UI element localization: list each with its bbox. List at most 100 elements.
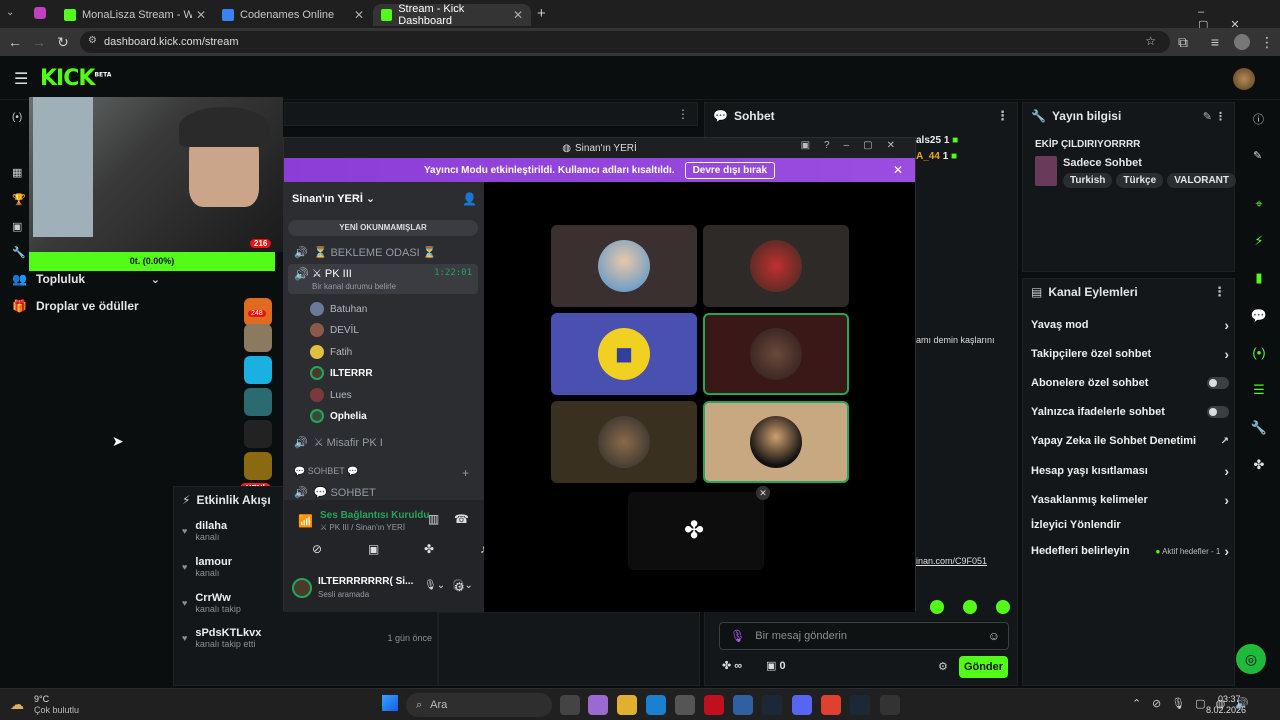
discord-icon[interactable] [792, 695, 812, 715]
mic-icon[interactable]: 🎙⌄ [424, 580, 445, 591]
category-chat[interactable]: 💬 SOHBET 💬 [294, 466, 358, 477]
voice-user[interactable]: Batuhan [310, 302, 367, 316]
points-counter[interactable]: ✤ ∞ [722, 659, 742, 672]
task-view-icon[interactable] [560, 695, 580, 715]
file-explorer-icon[interactable] [617, 695, 637, 715]
disconnect-icon[interactable]: ☎ [454, 512, 469, 526]
activity-tile[interactable]: ✤ [628, 492, 764, 570]
channel-guest-pk[interactable]: 🔊 ⚔ Misafir PK I [294, 436, 383, 449]
support-button[interactable]: ◎ [1236, 644, 1266, 674]
tab-codenames[interactable]: Codenames Online ✕ [214, 4, 372, 26]
server-name[interactable]: Sinan'ın YERİ ⌄ [292, 192, 375, 205]
chat-input[interactable]: 🎙 Bir mesaj gönderin ☺ [719, 622, 1009, 650]
my-avatar[interactable] [292, 578, 312, 598]
follower-avatar[interactable] [244, 452, 272, 480]
new-tab-button[interactable]: + [537, 5, 546, 22]
trophy-icon[interactable]: 🏆 [12, 193, 26, 206]
action-ai-moderation[interactable]: Yapay Zeka ile Sohbet Denetimi ↗ [1031, 430, 1229, 452]
screen-share-icon[interactable]: ▣ [368, 542, 379, 556]
chat-user[interactable]: als25 1 ■ [916, 135, 958, 146]
chat-user[interactable]: A_44 1 ■ [916, 151, 957, 162]
action-set-goals[interactable]: Hedefleri belirleyin ● Aktif hedefler - 1… [1031, 540, 1229, 562]
close-tab-icon[interactable]: ✕ [196, 8, 206, 22]
action-banned-words[interactable]: Yasaklanmış kelimeler › [1031, 489, 1229, 511]
live-icon[interactable]: (•) [12, 112, 22, 123]
back-icon[interactable]: ← [6, 33, 24, 51]
apps-icon[interactable]: ✤ [1244, 452, 1274, 478]
tab-kick-dashboard[interactable]: Stream - Kick Dashboard ✕ [373, 3, 531, 27]
extensions-icon[interactable]: ⧉ [1174, 33, 1192, 51]
address-bar[interactable]: ⚙ dashboard.kick.com/stream ☆ [80, 31, 1170, 53]
voice-user[interactable]: DEVİL [310, 323, 359, 337]
broadcast-icon[interactable]: (•) [1244, 340, 1274, 366]
card-icon[interactable]: ▮ [1244, 265, 1274, 291]
add-user-icon[interactable]: 👤 [462, 192, 477, 206]
video-tile[interactable] [703, 313, 849, 395]
start-button[interactable] [382, 695, 398, 711]
follower-avatar[interactable] [244, 324, 272, 352]
store-icon[interactable] [675, 695, 695, 715]
voice-user[interactable]: ILTERRR [310, 366, 373, 380]
media-icon[interactable]: ▣ [12, 220, 22, 233]
follower-avatar[interactable] [244, 388, 272, 416]
info-icon[interactable]: ⓘ [1253, 111, 1264, 127]
video-tile[interactable] [703, 401, 849, 483]
action-slow-mode[interactable]: Yavaş mod › [1031, 314, 1229, 336]
action-emotes-only[interactable]: Yalnızca ifadelerle sohbet [1031, 401, 1229, 423]
chat-settings-icon[interactable]: ⚙ [938, 660, 948, 673]
voice-user[interactable]: Fatih [310, 345, 352, 359]
wrench-icon[interactable]: 🔧 [1244, 415, 1274, 441]
hamburger-menu-icon[interactable]: ☰ [14, 69, 28, 89]
kick-logo[interactable]: KICKBETA [40, 66, 111, 91]
toggle-switch[interactable] [1207, 406, 1229, 418]
forward-icon[interactable]: → [30, 33, 48, 51]
close-icon[interactable]: ✕ [756, 486, 770, 500]
app-icon[interactable] [880, 695, 900, 715]
voice-user[interactable]: Ophelia [310, 409, 367, 423]
voice-user[interactable]: Lues [310, 388, 352, 402]
site-info-icon[interactable]: ⚙ [88, 35, 97, 46]
close-icon[interactable]: ✕ [893, 163, 903, 177]
chat-icon[interactable]: 💬 [1244, 303, 1274, 329]
copilot-icon[interactable] [588, 695, 608, 715]
channel-pk3[interactable]: 🔊 ⚔ PK III 1:22:01 Bir kanal durumu beli… [288, 264, 478, 294]
video-tile[interactable]: ◼ [551, 313, 697, 395]
tab-list-icon[interactable]: ⌄ [6, 7, 20, 21]
edge-icon[interactable] [646, 695, 666, 715]
send-button[interactable]: Gönder [959, 656, 1008, 678]
follower-avatar[interactable] [244, 356, 272, 384]
edit-icon[interactable]: ✎ ⋮ [1203, 110, 1226, 123]
tab-monalisza[interactable]: MonaLisza Stream - Watch Live ✕ [56, 4, 214, 26]
steam-icon[interactable] [850, 695, 870, 715]
profile-avatar[interactable] [1234, 34, 1250, 50]
emoji-icon[interactable]: ☺ [988, 629, 1000, 643]
reload-icon[interactable]: ↻ [54, 33, 72, 51]
nav-drops[interactable]: 🎁 Droplar ve ödüller [12, 299, 139, 313]
browser-menu-icon[interactable]: ⋮ [1258, 33, 1276, 51]
action-subscribers-only[interactable]: Abonelere özel sohbet [1031, 372, 1229, 394]
user-settings-icon[interactable]: ⚙ [454, 580, 465, 594]
more-options-icon[interactable]: ⋮ [1213, 284, 1226, 300]
add-channel-icon[interactable]: + [462, 466, 469, 480]
action-followers-only[interactable]: Takipçilere özel sohbet › [1031, 343, 1229, 365]
netflix-icon[interactable] [704, 695, 724, 715]
focus-icon[interactable]: ⌖ [1244, 191, 1274, 217]
taskbar-search[interactable]: ⌕ Ara [406, 693, 552, 717]
nav-community[interactable]: 👥 Topluluk ⌄ [12, 272, 160, 286]
category-name[interactable]: Sadece Sohbet [1063, 157, 1142, 169]
chrome-icon[interactable] [821, 695, 841, 715]
bookmark-star-icon[interactable]: ☆ [1145, 34, 1156, 48]
mail-icon[interactable] [733, 695, 753, 715]
more-options-icon[interactable]: ⋮ [677, 107, 689, 121]
reading-list-icon[interactable]: ≡ [1206, 33, 1224, 51]
window-controls[interactable]: ▣?–▢✕ [801, 140, 909, 151]
activities-icon[interactable]: ✤ [424, 542, 434, 556]
steam-icon[interactable] [762, 695, 782, 715]
pencil-icon[interactable]: ✎ [1253, 149, 1262, 162]
video-tile[interactable] [551, 401, 697, 483]
close-tab-icon[interactable]: ✕ [513, 8, 523, 22]
disable-streamer-mode-button[interactable]: Devre dışı bırak [684, 161, 776, 179]
unread-pill[interactable]: YENİ OKUNMAMIŞLAR [288, 220, 478, 236]
camera-off-icon[interactable]: ⊘ [312, 542, 322, 556]
noise-suppression-icon[interactable]: ▥ [428, 512, 439, 526]
